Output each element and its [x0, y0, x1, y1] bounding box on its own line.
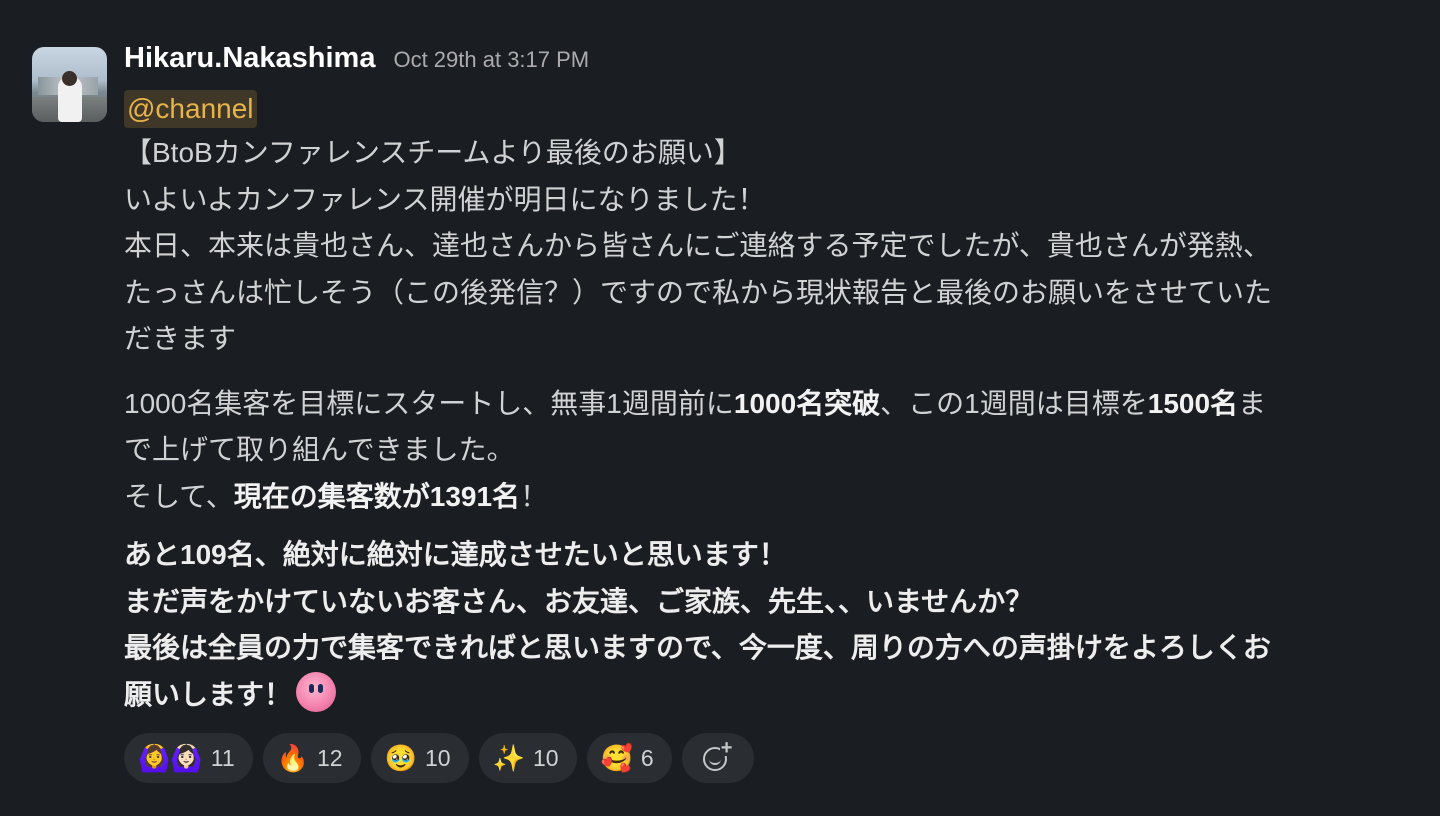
- message-line: 最後は全員の力で集客できればと思いますので、今一度、周りの方への声掛けをよろしく…: [124, 632, 1271, 663]
- avatar-head: [62, 71, 77, 86]
- reactions-bar: 🙆‍♀️🙆🏻‍♀️ 11 🔥 12 🥹 10 ✨ 10 🥰 6: [124, 733, 754, 783]
- reaction-pill[interactable]: 🙆‍♀️🙆🏻‍♀️ 11: [124, 733, 253, 783]
- bold-text: 1500名: [1147, 387, 1239, 419]
- bold-text: 1000名突破: [733, 387, 881, 419]
- reaction-count: 11: [210, 744, 235, 771]
- text-segment: ！: [520, 480, 549, 512]
- reaction-pill[interactable]: 🥹 10: [370, 733, 469, 783]
- message-line: まだ声をかけていないお客さん、お友達、ご家族、先生、、いませんか？: [124, 585, 1034, 617]
- reaction-pill[interactable]: 🔥 12: [262, 733, 361, 783]
- reaction-count: 12: [317, 744, 343, 771]
- message-body: 【BtoBカンファレンスチームより最後のお願い】 いよいよカンファレンス開催が明…: [124, 130, 1430, 718]
- smiling-face-with-hearts-emoji: 🥰: [600, 743, 633, 773]
- message-line: そして、現在の集客数が1391名！: [124, 474, 1430, 521]
- text-segment: 1000名集客を目標にスタートし、無事1週間前に: [124, 387, 734, 419]
- channel-mention[interactable]: @channel: [124, 90, 257, 128]
- reaction-pill[interactable]: 🥰 6: [586, 733, 672, 783]
- add-reaction-icon: +: [702, 738, 734, 773]
- message-line: いよいよカンファレンス開催が明日になりました！: [124, 183, 766, 215]
- timestamp[interactable]: Oct 29th at 3:17 PM: [393, 47, 589, 73]
- message-content: Hikaru.Nakashima Oct 29th at 3:17 PM @ch…: [124, 40, 1430, 783]
- fire-emoji: 🔥: [276, 743, 310, 773]
- bold-paragraph: あと109名、絶対に絶対に達成させたいと思います！ まだ声をかけていないお客さん…: [124, 532, 1430, 718]
- holding-back-tears-emoji: 🥹: [384, 743, 417, 773]
- text-segment: ま: [1238, 387, 1267, 419]
- message-line: たっさんは忙しそう（この後発信？）ですので私から現状報告と最後のお願いをさせてい…: [124, 276, 1273, 308]
- reaction-count: 6: [640, 744, 654, 771]
- add-reaction-button[interactable]: +: [681, 733, 754, 783]
- reaction-pill[interactable]: ✨ 10: [478, 733, 577, 783]
- sparkles-emoji: ✨: [492, 743, 525, 773]
- message-line: 願いします！: [124, 671, 1430, 719]
- ok-gesture-emoji: 🙆‍♀️🙆🏻‍♀️: [138, 743, 203, 773]
- text-segment: 、この1週間は目標を: [880, 387, 1148, 419]
- kirby-emoji: [296, 671, 337, 712]
- message: Hikaru.Nakashima Oct 29th at 3:17 PM @ch…: [30, 40, 1430, 800]
- avatar[interactable]: [32, 47, 107, 122]
- message-header: Hikaru.Nakashima Oct 29th at 3:17 PM: [124, 40, 1430, 86]
- bold-text: 現在の集客数が1391名: [233, 480, 521, 512]
- reaction-count: 10: [424, 744, 451, 771]
- message-line: あと109名、絶対に絶対に達成させたいと思います！: [124, 539, 787, 570]
- message-line: で上げて取り組んできました。: [124, 434, 515, 465]
- message-line: 【BtoBカンファレンスチームより最後のお願い】: [124, 137, 742, 168]
- reaction-count: 10: [532, 744, 559, 771]
- username[interactable]: Hikaru.Nakashima: [124, 42, 375, 75]
- message-line: 1000名集客を目標にスタートし、無事1週間前に1000名突破、この1週間は目標…: [124, 381, 1430, 428]
- text-segment: 願いします！: [124, 678, 293, 710]
- message-line: だきます: [124, 323, 237, 354]
- message-line: 本日、本来は貴也さん、達也さんから皆さんにご連絡する予定でしたが、貴也さんが発熱…: [124, 230, 1271, 261]
- text-segment: そして、: [124, 480, 234, 512]
